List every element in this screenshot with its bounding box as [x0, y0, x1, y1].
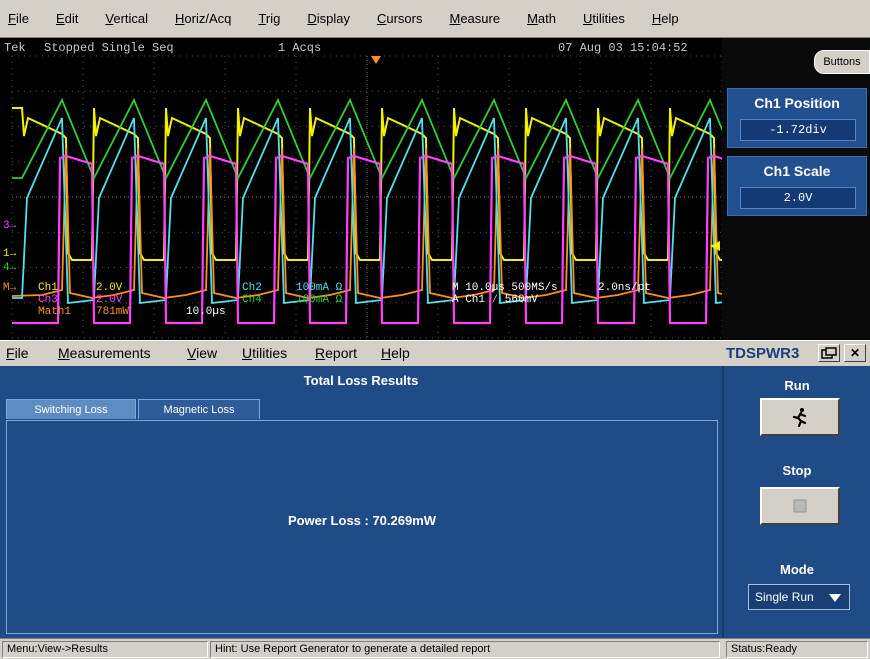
running-man-icon — [792, 408, 807, 427]
mode-value: Single Run — [755, 590, 814, 604]
close-icon: ✕ — [849, 346, 861, 360]
ch1-scale-control[interactable]: Ch1 Scale 2.0V — [727, 156, 867, 216]
timebase-readout: M 10.0µs 500MS/s — [452, 282, 558, 294]
waveform-graticule: 3→ 1→ 4→ M→ Ch1 2.0V Ch3 2.0V Math1 781mW 10.0µs Ch… — [3, 55, 722, 339]
app-menu-report[interactable]: Report — [315, 345, 357, 361]
date-time: 07 Aug 03 15:04:52 — [558, 41, 688, 55]
mode-label: Mode — [780, 562, 814, 577]
ch1-position-control[interactable]: Ch1 Position -1.72div — [727, 88, 867, 148]
channel-marker: 4→ — [3, 262, 17, 274]
ch3-label: Ch3 — [38, 294, 58, 306]
app-menu-file[interactable]: File — [6, 345, 29, 361]
ch3-scale-readout: 2.0V — [96, 294, 123, 306]
app-menu-bar: File Measurements View Utilities Report … — [0, 340, 870, 366]
menu-math[interactable]: Math — [527, 11, 556, 26]
ch2-scale-readout: 100mA Ω — [296, 282, 343, 294]
mode-select[interactable]: Single Run — [748, 584, 850, 610]
close-window-button[interactable]: ✕ — [844, 344, 866, 362]
run-label: Run — [784, 378, 810, 393]
menu-path-status: Menu:View->Results — [2, 641, 208, 658]
channel-marker: 1→ — [3, 248, 17, 260]
restore-icon — [821, 347, 837, 359]
tab-magnetic-loss[interactable]: Magnetic Loss — [138, 399, 260, 419]
status-bar: Menu:View->Results Hint: Use Report Gene… — [0, 638, 870, 659]
dropdown-arrow-icon — [829, 594, 841, 602]
app-menu-view[interactable]: View — [187, 345, 217, 361]
menu-trig[interactable]: Trig — [258, 11, 280, 26]
ch4-scale-readout: 100mA Ω — [296, 294, 343, 306]
menu-horiz-acq[interactable]: Horiz/Acq — [175, 11, 231, 26]
menu-measure[interactable]: Measure — [449, 11, 500, 26]
app-menu-help[interactable]: Help — [381, 345, 410, 361]
ready-status: Status:Ready — [726, 641, 868, 658]
ch4-label: Ch4 — [242, 294, 262, 306]
acquisition-status-bar: Tek Stopped Single Seq 1 Acqs 07 Aug 03 … — [0, 38, 722, 56]
ch1-scale-readout: 2.0V — [96, 282, 123, 294]
stop-square-icon — [793, 499, 807, 513]
menu-edit[interactable]: Edit — [56, 11, 78, 26]
menu-vertical[interactable]: Vertical — [105, 11, 148, 26]
app-menu-utilities[interactable]: Utilities — [242, 345, 287, 361]
menu-cursors[interactable]: Cursors — [377, 11, 423, 26]
math1-scale-readout: 781mW — [96, 306, 129, 318]
tab-switching-loss[interactable]: Switching Loss — [6, 399, 136, 419]
brand-label: Tek — [4, 41, 26, 55]
ch1-position-value[interactable]: -1.72div — [740, 119, 856, 141]
acquisition-state: Stopped Single Seq — [44, 41, 174, 55]
switching-loss-panel: Power Loss : 70.269mW — [6, 420, 718, 634]
run-control-panel: Run Stop Mode Single Run — [722, 366, 870, 638]
stop-button[interactable] — [760, 487, 840, 525]
channel-marker: 3→ — [3, 220, 17, 232]
math1-time-readout: 10.0µs — [186, 306, 226, 318]
acquisition-count: 1 Acqs — [278, 41, 322, 55]
menu-file[interactable]: File — [8, 11, 29, 26]
stop-label: Stop — [782, 463, 812, 478]
main-menu-bar: File Edit Vertical Horiz/Acq Trig Displa… — [0, 0, 870, 38]
menu-help[interactable]: Help — [652, 11, 679, 26]
waveform-display[interactable]: 3→ 1→ 4→ M→ Ch1 2.0V Ch3 2.0V Math1 781mW 10.0µs Ch… — [0, 38, 722, 340]
hint-status: Hint: Use Report Generator to generate a… — [210, 641, 720, 658]
results-title: Total Loss Results — [303, 373, 419, 388]
oscilloscope-app: File Edit Vertical Horiz/Acq Trig Displa… — [0, 0, 870, 659]
app-menu-measurements[interactable]: Measurements — [58, 345, 151, 361]
ch1-label: Ch1 — [38, 282, 58, 294]
trigger-position-marker — [371, 56, 381, 64]
trigger-readout: A Ch1 ⁄ 560mV — [452, 294, 538, 306]
ch1-scale-label: Ch1 Scale — [763, 163, 831, 179]
results-pane: Total Loss Results Switching Loss Magnet… — [0, 366, 722, 638]
ch4-waveform — [12, 97, 722, 181]
math1-label: Math1 — [38, 306, 71, 318]
channel-marker: M→ — [3, 282, 17, 294]
menu-display[interactable]: Display — [307, 11, 350, 26]
app-name: TDSPWR3 — [726, 345, 800, 362]
run-button[interactable] — [760, 398, 840, 436]
ch2-label: Ch2 — [242, 282, 262, 294]
buttons-toggle[interactable]: Buttons — [814, 50, 870, 74]
resolution-readout: 2.0ns/pt — [598, 282, 651, 294]
restore-window-button[interactable] — [818, 344, 840, 362]
control-panel: Buttons Ch1 Position -1.72div Ch1 Scale … — [722, 38, 870, 340]
power-loss-value: Power Loss : 70.269mW — [287, 513, 437, 528]
menu-utilities[interactable]: Utilities — [583, 11, 625, 26]
ch1-scale-value[interactable]: 2.0V — [740, 187, 856, 209]
ch1-position-label: Ch1 Position — [754, 95, 840, 111]
